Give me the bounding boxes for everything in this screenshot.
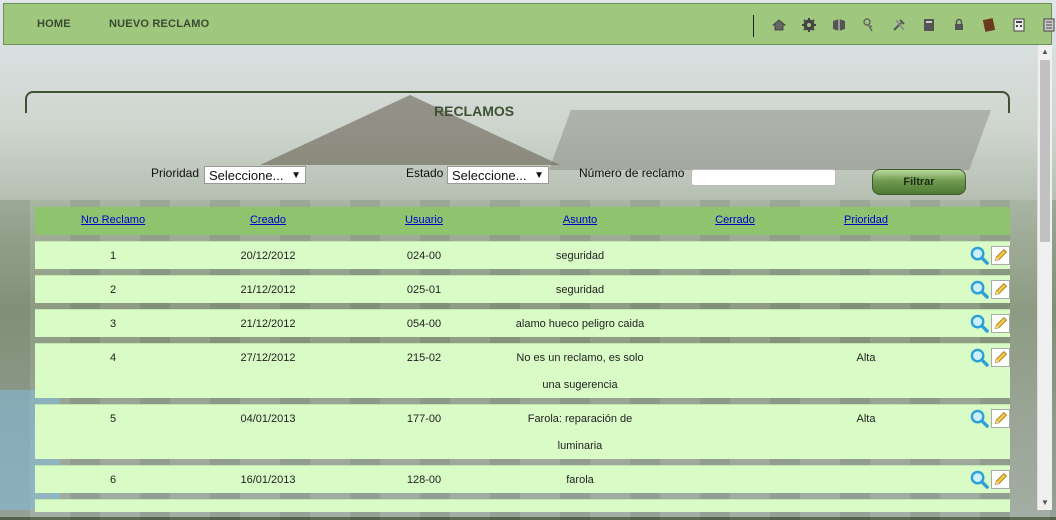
page-title: RECLAMOS <box>434 103 515 119</box>
row-actions <box>970 470 1010 489</box>
priority-select-value: Seleccione... <box>209 168 284 183</box>
title-frame <box>25 91 1010 113</box>
background-roof-right <box>549 110 991 170</box>
cell-asunto: alamo hueco peligro caida <box>516 311 644 338</box>
priority-label: Prioridad <box>151 166 200 180</box>
view-magnifier-icon[interactable] <box>970 280 989 299</box>
sort-nro-reclamo-link[interactable]: Nro Reclamo <box>81 214 145 226</box>
table-row-partial <box>35 499 1010 512</box>
cell-asunto: farola <box>566 467 594 494</box>
view-magnifier-icon[interactable] <box>970 348 989 367</box>
cell-asunto: No es un reclamo, es solo una sugerencia <box>516 345 643 399</box>
sort-cerrado-link[interactable]: Cerrado <box>715 214 755 226</box>
cell-usuario: 024-00 <box>406 250 442 262</box>
cell-nro: 4 <box>109 352 117 364</box>
cell-creado: 21/12/2012 <box>240 284 296 296</box>
edit-pencil-icon[interactable] <box>991 314 1010 333</box>
cell-asunto-line1: seguridad <box>555 284 605 296</box>
claim-number-input[interactable] <box>691 169 836 186</box>
edit-pencil-icon[interactable] <box>991 280 1010 299</box>
document-icon[interactable] <box>1034 16 1056 34</box>
lock-icon[interactable] <box>944 16 974 34</box>
cell-usuario: 128-00 <box>406 474 442 486</box>
cell-creado: 04/01/2013 <box>240 413 296 425</box>
cell-asunto-line1: seguridad <box>555 250 605 262</box>
cell-nro: 3 <box>109 318 117 330</box>
cell-asunto-line2: luminaria <box>557 440 603 452</box>
gear-icon[interactable] <box>794 16 824 34</box>
chevron-down-icon: ▼ <box>291 170 301 181</box>
row-actions <box>970 246 1010 265</box>
row-actions <box>970 348 1010 367</box>
cell-asunto-line1: Farola: reparación de <box>527 413 633 425</box>
chevron-down-icon: ▼ <box>534 170 544 181</box>
claim-number-label: Número de reclamo <box>579 166 685 180</box>
state-label: Estado <box>406 166 444 180</box>
scroll-up-arrow-icon[interactable]: ▲ <box>1038 45 1052 59</box>
view-magnifier-icon[interactable] <box>970 409 989 428</box>
cell-nro: 5 <box>109 413 117 425</box>
cell-asunto: Farola: reparación de luminaria <box>528 406 633 460</box>
home-icon[interactable] <box>764 16 794 34</box>
cell-usuario: 177-00 <box>406 413 442 425</box>
nav-new-claim-link[interactable]: NUEVO RECLAMO <box>109 18 209 30</box>
cell-creado: 16/01/2013 <box>240 474 296 486</box>
nav-home-link[interactable]: HOME <box>37 18 71 30</box>
scroll-thumb[interactable] <box>1040 60 1050 242</box>
sort-prioridad-link[interactable]: Prioridad <box>844 214 888 226</box>
edit-pencil-icon[interactable] <box>991 246 1010 265</box>
notebook-icon[interactable] <box>914 16 944 34</box>
filter-button[interactable]: Filtrar <box>872 169 966 195</box>
scroll-down-arrow-icon[interactable]: ▼ <box>1038 496 1052 510</box>
cell-nro: 6 <box>109 474 117 486</box>
view-magnifier-icon[interactable] <box>970 314 989 333</box>
sort-asunto-link[interactable]: Asunto <box>563 214 597 226</box>
toolbar-separator <box>753 15 754 37</box>
table-row: 3 21/12/2012 054-00 alamo hueco peligro cai… <box>35 309 1010 337</box>
cell-nro: 1 <box>109 250 117 262</box>
cell-prioridad: Alta <box>856 413 876 425</box>
sort-usuario-link[interactable]: Usuario <box>405 214 443 226</box>
table-header: Nro Reclamo Creado Usuario Asunto Cerrad… <box>35 207 1010 235</box>
book-icon[interactable] <box>824 16 854 34</box>
view-magnifier-icon[interactable] <box>970 246 989 265</box>
row-actions <box>970 314 1010 333</box>
cell-usuario: 215-02 <box>406 352 442 364</box>
brown-book-icon[interactable] <box>974 16 1004 34</box>
edit-pencil-icon[interactable] <box>991 348 1010 367</box>
cell-creado: 20/12/2012 <box>240 250 296 262</box>
edit-pencil-icon[interactable] <box>991 470 1010 489</box>
view-magnifier-icon[interactable] <box>970 470 989 489</box>
cell-prioridad: Alta <box>856 352 876 364</box>
toolbar-icons <box>764 16 1056 34</box>
cell-creado: 21/12/2012 <box>240 318 296 330</box>
state-select[interactable]: Seleccione... ▼ <box>447 166 549 184</box>
cell-asunto: seguridad <box>556 277 604 304</box>
table-row: 2 21/12/2012 025-01 seguridad <box>35 275 1010 303</box>
state-select-value: Seleccione... <box>452 168 527 183</box>
table-row: 6 16/01/2013 128-00 farola <box>35 465 1010 493</box>
table-row: 1 20/12/2012 024-00 seguridad <box>35 241 1010 269</box>
cell-asunto: seguridad <box>556 243 604 270</box>
row-actions <box>970 409 1010 428</box>
cell-usuario: 054-00 <box>406 318 442 330</box>
row-actions <box>970 280 1010 299</box>
cell-asunto-line2: una sugerencia <box>542 379 618 391</box>
vertical-scrollbar[interactable]: ▲ ▼ <box>1037 45 1052 510</box>
priority-select[interactable]: Seleccione... ▼ <box>204 166 306 184</box>
table-row: 5 04/01/2013 177-00 Alta Farola: reparación … <box>35 404 1010 459</box>
edit-pencil-icon[interactable] <box>991 409 1010 428</box>
key-icon[interactable] <box>854 16 884 34</box>
calculator-icon[interactable] <box>1004 16 1034 34</box>
top-nav-bar: HOME NUEVO RECLAMO <box>3 3 1055 45</box>
sort-creado-link[interactable]: Creado <box>250 214 286 226</box>
cell-asunto-line1: No es un reclamo, es solo <box>516 352 644 364</box>
tools-icon[interactable] <box>884 16 914 34</box>
table-row: 4 27/12/2012 215-02 Alta No es un reclamo, e… <box>35 343 1010 398</box>
cell-asunto-line1: alamo hueco peligro caida <box>515 318 645 330</box>
cell-asunto-line1: farola <box>566 474 594 486</box>
cell-usuario: 025-01 <box>406 284 442 296</box>
cell-creado: 27/12/2012 <box>240 352 296 364</box>
cell-nro: 2 <box>109 284 117 296</box>
